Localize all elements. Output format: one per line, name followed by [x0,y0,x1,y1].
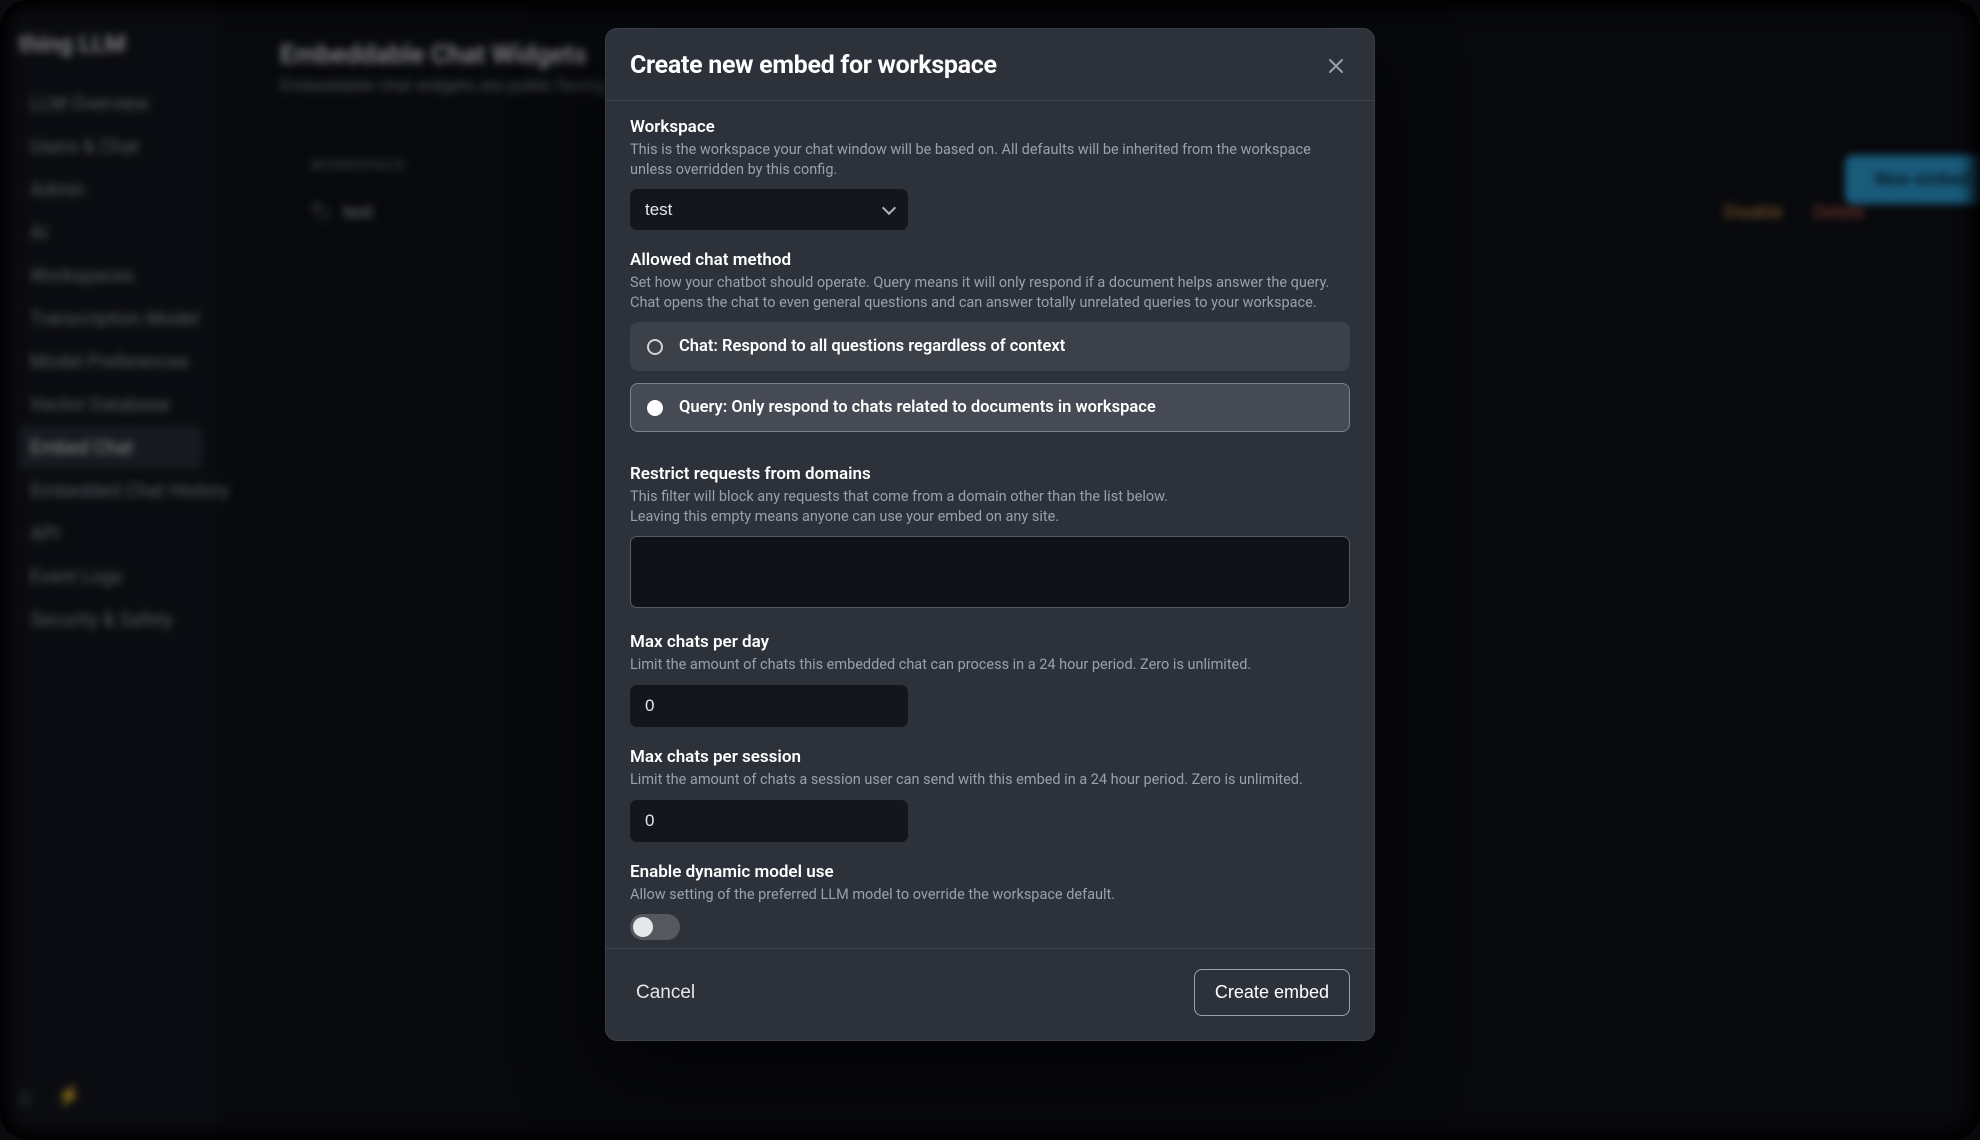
chat-method-option-label: Query: Only respond to chats related to … [679,398,1156,417]
workspace-label: Workspace [630,117,1350,137]
dynamic-model-toggle[interactable] [630,914,680,940]
chat-method-help: Set how your chatbot should operate. Que… [630,273,1350,312]
max-day-input[interactable] [630,685,908,727]
workspace-select-wrap: test [630,189,908,230]
toggle-knob [633,917,653,937]
workspace-select[interactable]: test [630,189,908,230]
domains-help: This filter will block any requests that… [630,487,1350,526]
max-session-help: Limit the amount of chats a session user… [630,770,1350,790]
field-workspace: Workspace This is the workspace your cha… [630,117,1350,230]
dynamic-model-help: Allow setting of the preferred LLM model… [630,885,1350,905]
close-button[interactable] [1322,52,1350,80]
radio-icon [647,400,663,416]
create-embed-modal: Create new embed for workspace Workspace… [605,28,1375,1041]
domains-label: Restrict requests from domains [630,464,1350,484]
domains-textarea[interactable] [630,536,1350,608]
radio-icon [647,339,663,355]
create-embed-button[interactable]: Create embed [1194,969,1350,1016]
max-day-help: Limit the amount of chats this embedded … [630,655,1350,675]
max-session-input[interactable] [630,800,908,842]
field-max-session: Max chats per session Limit the amount o… [630,747,1350,842]
modal-header: Create new embed for workspace [606,29,1374,101]
modal-title: Create new embed for workspace [630,51,997,80]
close-icon [1328,58,1344,74]
modal-body: Workspace This is the workspace your cha… [606,101,1374,948]
field-max-day: Max chats per day Limit the amount of ch… [630,632,1350,727]
chat-method-option-label: Chat: Respond to all questions regardles… [679,337,1065,356]
chat-method-option-chat[interactable]: Chat: Respond to all questions regardles… [630,322,1350,371]
cancel-button[interactable]: Cancel [630,972,701,1014]
chat-method-label: Allowed chat method [630,250,1350,270]
modal-overlay: Create new embed for workspace Workspace… [0,0,1980,1140]
max-session-label: Max chats per session [630,747,1350,767]
modal-footer: Cancel Create embed [606,948,1374,1040]
max-day-label: Max chats per day [630,632,1350,652]
workspace-help: This is the workspace your chat window w… [630,140,1350,179]
field-chat-method: Allowed chat method Set how your chatbot… [630,250,1350,444]
field-dynamic-model: Enable dynamic model use Allow setting o… [630,862,1350,941]
dynamic-model-label: Enable dynamic model use [630,862,1350,882]
field-restrict-domains: Restrict requests from domains This filt… [630,464,1350,612]
chat-method-option-query[interactable]: Query: Only respond to chats related to … [630,383,1350,432]
